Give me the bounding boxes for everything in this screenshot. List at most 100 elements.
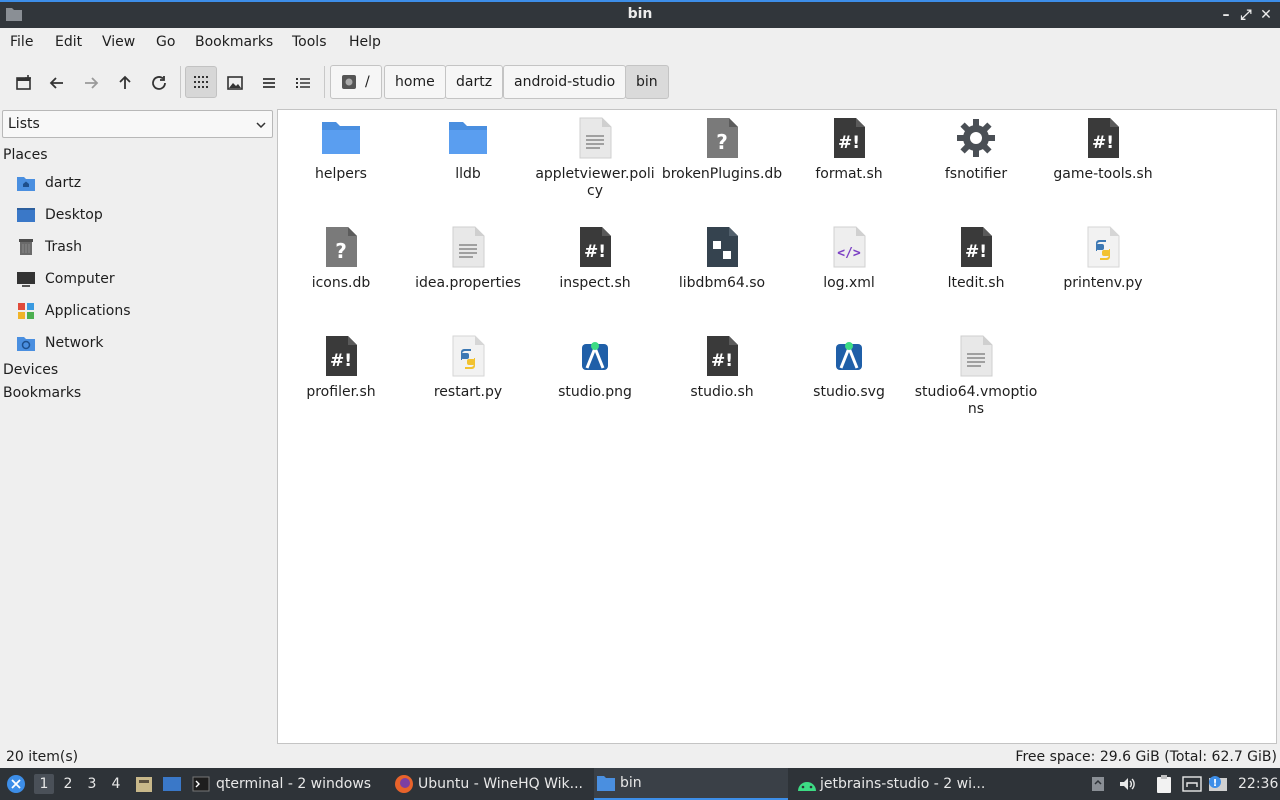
bookmarks-heading[interactable]: Bookmarks xyxy=(3,385,81,401)
free-space: Free space: 29.6 GiB (Total: 62.7 GiB) xyxy=(1015,749,1277,765)
sidebar-item-applications[interactable]: Applications xyxy=(16,300,266,322)
svg-text:#!: #! xyxy=(1092,133,1114,153)
file-item-log-xml[interactable]: </> log.xml xyxy=(787,225,911,292)
sidebar-item-computer[interactable]: Computer xyxy=(16,268,266,290)
toolbar: / home dartz android-studio bin xyxy=(0,58,1280,106)
menu-edit[interactable]: Edit xyxy=(55,34,82,50)
taskbar-window-label: bin xyxy=(620,775,642,791)
file-name: brokenPlugins.db xyxy=(661,166,783,182)
arrow-left-icon xyxy=(49,77,63,89)
file-item-libdbm64-so[interactable]: libdbm64.so xyxy=(660,225,784,292)
taskbar-window-qterminal[interactable]: qterminal - 2 windows xyxy=(192,768,386,800)
forward-button[interactable] xyxy=(78,70,104,96)
chevron-down-icon xyxy=(256,122,266,129)
image-icon xyxy=(227,76,243,90)
file-item-fsnotifier[interactable]: fsnotifier xyxy=(914,116,1038,183)
update-notifier-icon: ! xyxy=(1209,776,1227,791)
file-item-profiler-sh[interactable]: #! profiler.sh xyxy=(279,334,403,401)
new-tab-icon xyxy=(16,75,31,90)
folder-icon xyxy=(449,122,487,154)
breadcrumb-label: / xyxy=(365,74,370,90)
desktop-icon xyxy=(17,208,35,222)
side-pane-mode-value: Lists xyxy=(8,116,40,132)
menu-file[interactable]: File xyxy=(10,34,33,50)
file-item-inspect-sh[interactable]: #! inspect.sh xyxy=(533,225,657,292)
firefox-icon xyxy=(395,775,413,793)
file-item-studio-sh[interactable]: #! studio.sh xyxy=(660,334,784,401)
taskbar-window-bin[interactable]: bin xyxy=(594,768,788,800)
tray-notifications[interactable] xyxy=(1090,768,1110,800)
workspace-2[interactable]: 2 xyxy=(58,774,78,794)
tray-volume[interactable] xyxy=(1118,768,1138,800)
sidebar-item-trash[interactable]: Trash xyxy=(16,236,266,258)
clock[interactable]: 22:36 xyxy=(1238,768,1278,800)
devices-heading[interactable]: Devices xyxy=(3,362,58,378)
file-item-studio64-vmoptions[interactable]: studio64.vmoptions xyxy=(914,334,1038,418)
file-item-printenv-py[interactable]: printenv.py xyxy=(1041,225,1165,292)
file-item-studio-svg[interactable]: studio.svg xyxy=(787,334,911,401)
taskbar-window-firefox[interactable]: Ubuntu - WineHQ Wik... xyxy=(394,768,588,800)
reload-button[interactable] xyxy=(146,70,172,96)
file-item-appletviewer-policy[interactable]: appletviewer.policy xyxy=(533,116,657,200)
menu-help[interactable]: Help xyxy=(349,34,381,50)
back-button[interactable] xyxy=(44,70,70,96)
file-view[interactable]: helpers lldb appletviewer.policy ? broke… xyxy=(277,109,1277,744)
file-name: libdbm64.so xyxy=(678,275,766,291)
workspace-1[interactable]: 1 xyxy=(34,774,54,794)
side-pane-mode-select[interactable]: Lists xyxy=(2,110,273,138)
file-item-lldb[interactable]: lldb xyxy=(406,116,530,183)
menu-go[interactable]: Go xyxy=(156,34,175,50)
breadcrumb-dartz[interactable]: dartz xyxy=(445,65,504,99)
file-item-format-sh[interactable]: #! format.sh xyxy=(787,116,911,183)
file-item-ltedit-sh[interactable]: #! ltedit.sh xyxy=(914,225,1038,292)
maximize-button[interactable]: ⤢ xyxy=(1236,5,1256,25)
svg-text:?: ? xyxy=(716,130,728,154)
breadcrumb-home[interactable]: home xyxy=(384,65,446,99)
menu-bookmarks[interactable]: Bookmarks xyxy=(195,34,273,50)
clipboard-icon xyxy=(1157,775,1171,793)
file-item-idea-properties[interactable]: idea.properties xyxy=(406,225,530,292)
tray-network[interactable] xyxy=(1182,768,1204,800)
menu-tools[interactable]: Tools xyxy=(292,34,327,50)
taskbar-window-jetbrains-studio[interactable]: jetbrains-studio - 2 wi... xyxy=(796,768,990,800)
show-desktop-button[interactable] xyxy=(162,768,184,800)
workspace-4[interactable]: 4 xyxy=(106,774,126,794)
file-manager-launcher[interactable] xyxy=(134,768,156,800)
python-file-icon xyxy=(1087,226,1120,268)
new-tab-button[interactable] xyxy=(11,70,37,96)
icon-view-button[interactable] xyxy=(185,66,217,98)
file-item-studio-png[interactable]: studio.png xyxy=(533,334,657,401)
file-name: fsnotifier xyxy=(944,166,1008,182)
breadcrumb-root[interactable]: / xyxy=(330,65,382,99)
file-item-icons-db[interactable]: ? icons.db xyxy=(279,225,403,292)
places-heading[interactable]: Places xyxy=(3,147,48,163)
compact-view-button[interactable] xyxy=(256,70,282,96)
sidebar-item-desktop[interactable]: Desktop xyxy=(16,204,266,226)
arrow-right-icon xyxy=(85,77,99,89)
svg-text:#!: #! xyxy=(838,133,860,153)
up-button[interactable] xyxy=(112,70,138,96)
file-item-helpers[interactable]: helpers xyxy=(279,116,403,183)
detailed-view-button[interactable] xyxy=(290,70,316,96)
file-item-game-tools-sh[interactable]: #! game-tools.sh xyxy=(1041,116,1165,183)
breadcrumb-android-studio[interactable]: android-studio xyxy=(503,65,627,99)
tray-clipboard[interactable] xyxy=(1156,768,1176,800)
sidebar-item-label: Trash xyxy=(45,239,82,255)
sidebar-item-dartz[interactable]: dartz xyxy=(16,172,266,194)
android-studio-icon xyxy=(836,342,862,370)
thumbnail-view-button[interactable] xyxy=(222,70,248,96)
script-file-icon: #! xyxy=(961,227,992,267)
minimize-button[interactable]: – xyxy=(1216,5,1236,25)
notification-area-icon xyxy=(1092,777,1104,791)
close-button[interactable]: ✕ xyxy=(1256,5,1276,25)
workspace-3[interactable]: 3 xyxy=(82,774,102,794)
file-item-brokenplugins-db[interactable]: ? brokenPlugins.db xyxy=(660,116,784,183)
start-menu-button[interactable] xyxy=(6,768,28,800)
file-item-restart-py[interactable]: restart.py xyxy=(406,334,530,401)
menu-view[interactable]: View xyxy=(102,34,135,50)
unknown-file-icon: ? xyxy=(707,118,738,158)
sidebar-item-network[interactable]: Network xyxy=(16,332,266,354)
breadcrumb-bin[interactable]: bin xyxy=(625,65,669,99)
file-name: log.xml xyxy=(823,275,875,291)
tray-updates[interactable]: ! xyxy=(1208,768,1230,800)
